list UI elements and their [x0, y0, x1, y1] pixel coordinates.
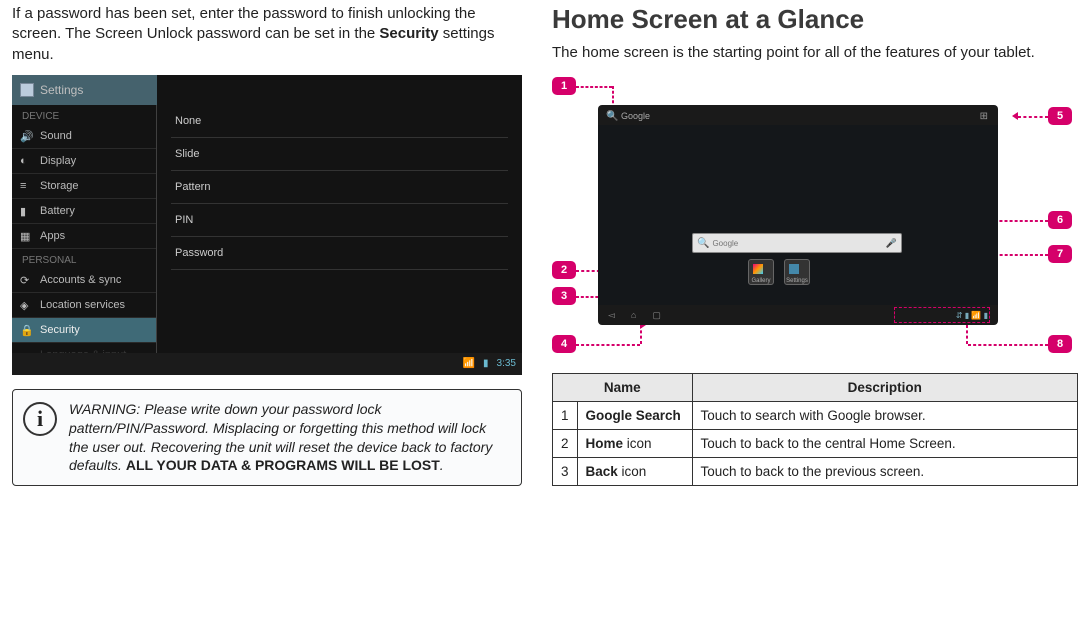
callout-4: 4 [552, 335, 576, 353]
display-icon: ◐ [20, 155, 32, 167]
option-password[interactable]: Password [171, 237, 508, 270]
th-desc: Description [692, 374, 1077, 402]
sidebar-item-storage[interactable]: ≡Storage [12, 174, 156, 199]
settings-titlebar: Settings [12, 75, 157, 105]
sidebar-item-security[interactable]: 🔒Security [12, 318, 156, 343]
callout-7: 7 [1048, 245, 1072, 263]
intro-text: If a password has been set, enter the pa… [12, 4, 522, 65]
home-icon[interactable]: ⌂ [631, 310, 636, 320]
settings-icon [20, 83, 34, 97]
settings-app-icon[interactable]: Settings [784, 259, 810, 285]
subtext: The home screen is the starting point fo… [552, 43, 1078, 63]
callout-8: 8 [1048, 335, 1072, 353]
search-icon: 🔍 [697, 238, 709, 249]
battery-status-icon: ▮ [483, 358, 489, 369]
settings-title: Settings [40, 83, 83, 97]
gallery-app-icon[interactable]: Gallery [748, 259, 774, 285]
option-none[interactable]: None [171, 105, 508, 138]
group-device: DEVICE [12, 105, 156, 124]
description-table: Name Description 1 Google Search Touch t… [552, 373, 1078, 486]
sidebar-item-sound[interactable]: 🔊Sound [12, 124, 156, 149]
home-icons-row: Gallery Settings [748, 259, 810, 285]
wifi-icon: 📶 [463, 358, 475, 369]
option-slide[interactable]: Slide [171, 138, 508, 171]
tablet-mock: 🔍 Google ⊞ 🔍 🎤 Gallery Settings ◅ ⌂ ▢ [598, 105, 998, 325]
intro-bold: Security [379, 25, 438, 42]
status-area-highlight [894, 307, 990, 323]
info-icon: i [23, 402, 57, 436]
warning-box: i WARNING: Please write down your passwo… [12, 389, 522, 487]
sidebar-item-location[interactable]: ◈Location services [12, 293, 156, 318]
table-row: 1 Google Search Touch to search with Goo… [553, 402, 1078, 430]
th-name: Name [553, 374, 693, 402]
callout-6: 6 [1048, 211, 1072, 229]
sidebar-item-battery[interactable]: ▮Battery [12, 199, 156, 224]
sidebar-item-accounts[interactable]: ⟳Accounts & sync [12, 268, 156, 293]
battery-icon: ▮ [20, 205, 32, 217]
wallpaper: 🔍 🎤 Gallery Settings [598, 125, 998, 305]
settings-panel: DEVICE 🔊Sound ◐Display ≡Storage ▮Battery… [12, 105, 522, 353]
option-pin[interactable]: PIN [171, 204, 508, 237]
location-icon: ◈ [20, 299, 32, 311]
clock-text: 3:35 [497, 358, 516, 369]
page-title: Home Screen at a Glance [552, 4, 1078, 35]
warning-after: . [440, 457, 444, 473]
callout-3: 3 [552, 287, 576, 305]
search-input[interactable] [712, 239, 882, 248]
option-pattern[interactable]: Pattern [171, 171, 508, 204]
search-icon: 🔍 [606, 111, 618, 122]
settings-sidebar: DEVICE 🔊Sound ◐Display ≡Storage ▮Battery… [12, 105, 157, 353]
apps-drawer-icon[interactable]: ⊞ [980, 111, 988, 122]
group-personal: PERSONAL [12, 249, 156, 268]
mic-icon[interactable]: 🎤 [886, 238, 897, 249]
sidebar-item-display[interactable]: ◐Display [12, 149, 156, 174]
apps-icon: ▦ [20, 230, 32, 242]
table-row: 3 Back icon Touch to back to the previou… [553, 458, 1078, 486]
google-search-widget[interactable]: 🔍 🎤 [692, 233, 902, 253]
callout-2: 2 [552, 261, 576, 279]
table-row: 2 Home icon Touch to back to the central… [553, 430, 1078, 458]
status-bar: 📶 ▮ 3:35 [12, 353, 522, 375]
sidebar-item-apps[interactable]: ▦Apps [12, 224, 156, 249]
sound-icon: 🔊 [20, 130, 32, 142]
recent-icon[interactable]: ▢ [652, 310, 661, 321]
callout-5: 5 [1048, 107, 1072, 125]
warning-bold: ALL YOUR DATA & PROGRAMS WILL BE LOST [126, 457, 440, 473]
back-icon[interactable]: ◅ [608, 310, 615, 321]
callout-1: 1 [552, 77, 576, 95]
google-search-top[interactable]: 🔍 Google [606, 111, 650, 122]
lock-icon: 🔒 [20, 324, 32, 336]
storage-icon: ≡ [20, 180, 32, 192]
settings-main: None Slide Pattern PIN Password [157, 105, 522, 353]
home-screen-diagram: 1 2 3 4 5 6 7 8 🔍 G [552, 77, 1072, 353]
sync-icon: ⟳ [20, 274, 32, 286]
settings-screenshot: Settings DEVICE 🔊Sound ◐Display ≡Storage… [12, 75, 522, 375]
